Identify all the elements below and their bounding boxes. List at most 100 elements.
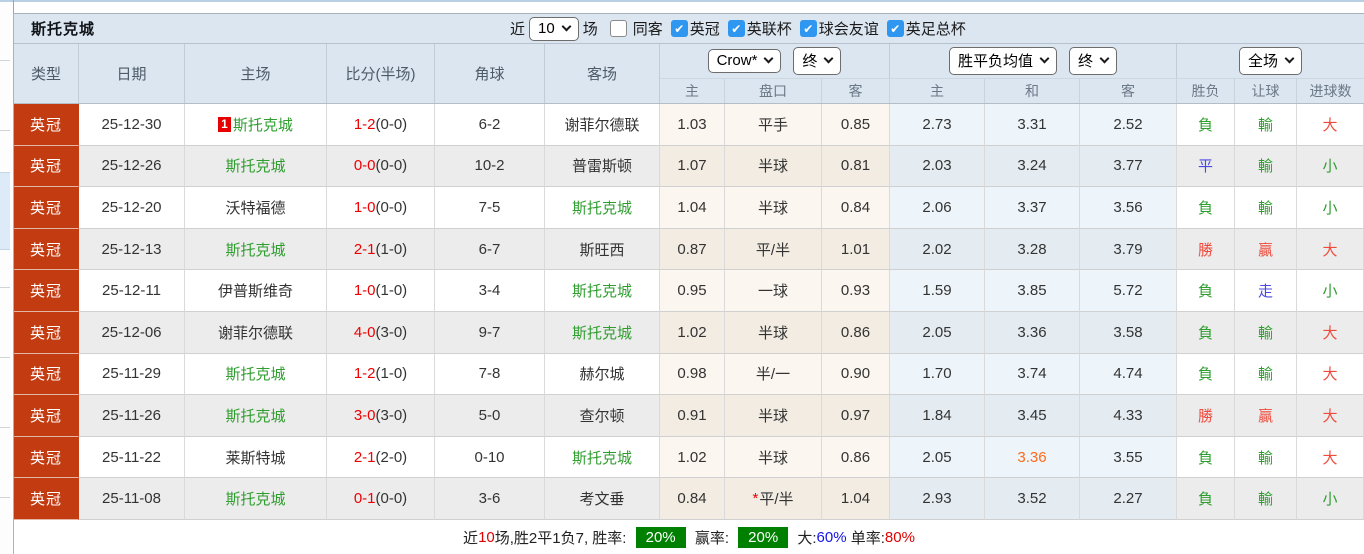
cell-handicap: 半球 [725, 311, 822, 354]
full-time-score: 3-0 [353, 406, 376, 424]
cell-home-team[interactable]: 伊普斯维奇 [185, 270, 327, 312]
cell-odds-away: 0.90 [822, 353, 890, 396]
checked-checkbox[interactable]: ✔ [886, 20, 904, 37]
cell-odds-away: 0.97 [822, 395, 890, 437]
col-header-type: 类型 [14, 44, 79, 103]
cell-home-team[interactable]: 沃特福德 [185, 187, 327, 229]
checked-checkbox[interactable]: ✔ [799, 20, 817, 37]
cell-score: 3-0 (3-0) [327, 395, 435, 437]
avg-time-select[interactable]: 终 [1069, 47, 1118, 75]
cell-odds-away: 0.93 [822, 270, 890, 312]
cell-handicap: 半/一 [725, 353, 822, 396]
cell-result-wdl: 負 [1177, 353, 1235, 396]
summary-segment: 赢率: [690, 529, 734, 547]
summary-segment: 20% [738, 526, 789, 548]
cell-result-goals: 大 [1297, 228, 1364, 271]
cell-handicap: * 平/半 [725, 478, 822, 520]
cell-result-handicap: 贏 [1235, 395, 1297, 437]
cell-result-handicap: 輸 [1235, 436, 1297, 479]
cell-home-team[interactable]: 斯托克城 [185, 145, 327, 188]
cell-result-goals: 小 [1297, 145, 1364, 188]
handicap-value: 半/一 [755, 366, 791, 384]
cell-away-team[interactable]: 斯旺西 [545, 228, 660, 271]
cell-handicap: 半球 [725, 395, 822, 437]
cell-away-team[interactable]: 赫尔城 [545, 353, 660, 396]
cell-home-team[interactable]: 谢菲尔德联 [185, 311, 327, 354]
recent-count-select[interactable]: 10 [529, 16, 579, 41]
cell-home-team[interactable]: 斯托克城 [185, 353, 327, 396]
away-team-name: 斯旺西 [579, 241, 625, 259]
cell-away-team[interactable]: 斯托克城 [545, 311, 660, 354]
chevron-down-icon [1039, 53, 1050, 64]
recent-label: 近 [510, 21, 526, 38]
cell-away-team[interactable]: 查尔顿 [545, 395, 660, 437]
subcol-result-wdl: 胜负 [1177, 78, 1235, 103]
avg-odds-select[interactable]: 胜平负均值 [948, 47, 1057, 75]
cell-away-team[interactable]: 斯托克城 [545, 436, 660, 479]
subcol-avg-draw: 和 [985, 78, 1080, 103]
cell-odds-home: 1.02 [660, 311, 725, 354]
odds-company-select[interactable]: Crow* [707, 49, 782, 73]
cell-home-team[interactable]: 斯托克城 [185, 228, 327, 271]
checked-checkbox[interactable]: ✔ [727, 20, 745, 37]
col-header-score: 比分(半场) [327, 44, 435, 103]
cell-result-handicap: 輸 [1235, 353, 1297, 396]
cell-result-goals: 小 [1297, 478, 1364, 520]
filter-label: 英足总杯 [905, 21, 966, 38]
full-time-score: 1-0 [353, 282, 376, 300]
avg-time-value: 终 [1078, 53, 1094, 70]
away-team-name: 斯托克城 [571, 324, 632, 342]
table-row: 英冠 25-12-11 伊普斯维奇 1-0 (1-0) 3-4 斯托克城 0.95… [14, 270, 1364, 312]
home-team-name: 沃特福德 [225, 199, 286, 217]
cell-result-wdl: 負 [1177, 104, 1235, 146]
cell-avg-away: 3.58 [1080, 311, 1177, 354]
panel-title-bar: 斯托克城 近 10 场 同客 ✔ 英冠 ✔ 英联杯 ✔ 球会友谊 ✔ 英足总杯 [14, 14, 1364, 44]
cell-result-goals: 大 [1297, 353, 1364, 396]
cell-away-team[interactable]: 谢菲尔德联 [545, 104, 660, 146]
cell-home-team[interactable]: 斯托克城 [185, 395, 327, 437]
col-header-corner: 角球 [435, 44, 545, 103]
home-team-name: 斯托克城 [225, 158, 286, 176]
summary-segment: 10 [478, 528, 495, 546]
table-header: 类型 日期 主场 比分(半场) 角球 客场 Crow* 终 胜平负均值 终 全场… [14, 44, 1364, 104]
cell-home-team[interactable]: 1 斯托克城 [185, 104, 327, 146]
cell-date: 25-11-22 [79, 436, 185, 479]
cell-date: 25-12-26 [79, 145, 185, 188]
subcol-result-handicap: 让球 [1235, 78, 1297, 103]
half-time-score: (0-0) [375, 490, 408, 508]
cell-away-team[interactable]: 斯托克城 [545, 270, 660, 312]
page-edge-artifact [0, 172, 10, 250]
cell-corners: 3-6 [435, 478, 545, 520]
filter-label: 球会友谊 [818, 21, 879, 38]
cell-away-team[interactable]: 普雷斯顿 [545, 145, 660, 188]
cell-league-type: 英冠 [14, 187, 79, 229]
cell-avg-home: 1.59 [890, 270, 985, 312]
handicap-value: 平手 [757, 116, 788, 134]
page-edge-artifact [0, 130, 10, 131]
cell-league-type: 英冠 [14, 311, 79, 354]
cell-home-team[interactable]: 莱斯特城 [185, 436, 327, 479]
cell-corners: 6-7 [435, 228, 545, 271]
cell-odds-away: 0.81 [822, 145, 890, 188]
recent-count-value: 10 [538, 19, 555, 37]
cell-date: 25-11-26 [79, 395, 185, 437]
odds-time-value: 终 [802, 53, 818, 70]
table-row: 英冠 25-11-26 斯托克城 3-0 (3-0) 5-0 查尔顿 0.91 半… [14, 395, 1364, 437]
away-team-name: 斯托克城 [571, 283, 632, 301]
half-time-score: (3-0) [375, 323, 408, 341]
cell-score: 1-0 (1-0) [327, 270, 435, 312]
games-label: 场 [582, 21, 598, 38]
cell-odds-away: 0.85 [822, 104, 890, 146]
away-team-name: 查尔顿 [579, 407, 625, 425]
cell-away-team[interactable]: 考文垂 [545, 478, 660, 520]
cell-score: 0-1 (0-0) [327, 478, 435, 520]
cell-home-team[interactable]: 斯托克城 [185, 478, 327, 520]
chevron-down-icon [1099, 53, 1110, 64]
page-edge-artifact [0, 497, 10, 498]
checked-checkbox[interactable]: ✔ [670, 20, 688, 37]
unchecked-checkbox[interactable] [609, 20, 627, 37]
cell-odds-home: 0.95 [660, 270, 725, 312]
cell-away-team[interactable]: 斯托克城 [545, 187, 660, 229]
result-scope-select[interactable]: 全场 [1238, 47, 1302, 75]
odds-time-select[interactable]: 终 [793, 47, 842, 75]
